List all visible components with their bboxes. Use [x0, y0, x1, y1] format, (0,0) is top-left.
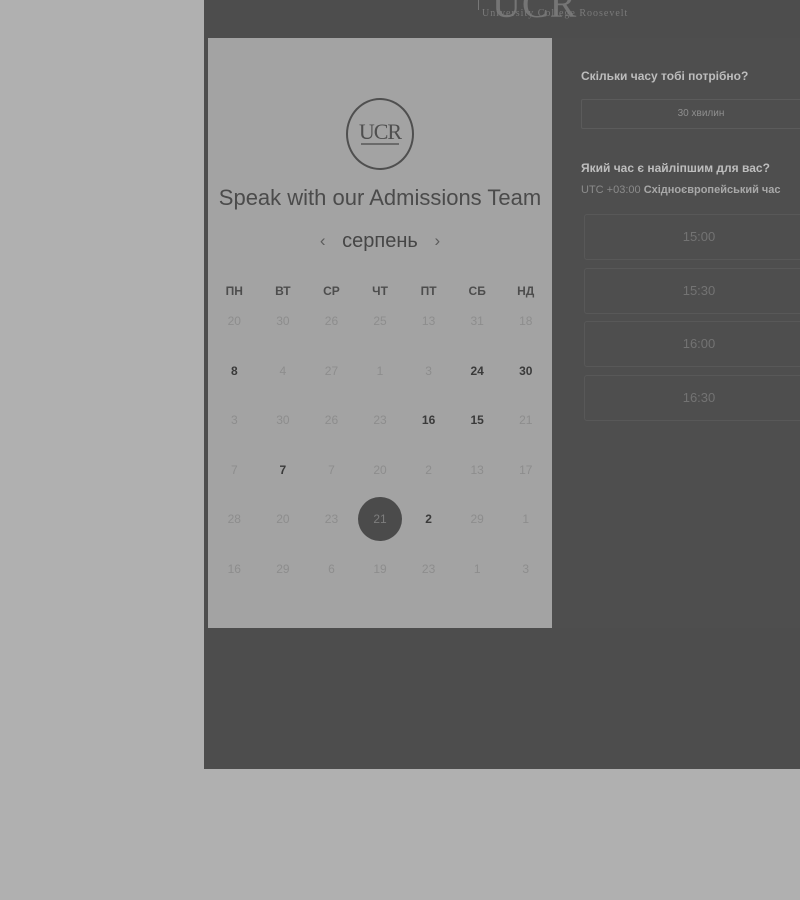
calendar-day: 19	[373, 562, 387, 576]
calendar-week: 16 29 6 19 23 1 3	[208, 547, 552, 591]
calendar-day: 30	[276, 314, 290, 328]
calendar-day: 7	[328, 463, 335, 477]
calendar-day: 17	[519, 463, 533, 477]
calendar-day: 18	[519, 314, 533, 328]
calendar-day: 20	[227, 314, 241, 328]
calendar-day: 3	[522, 562, 530, 576]
calendar-day: 1	[473, 562, 481, 576]
duration-select[interactable]: 30 хвилин	[581, 99, 800, 129]
timezone-info[interactable]: UTC +03:00 Східноєвропейський час	[581, 184, 781, 196]
calendar-week: 7 7 7 20 2 13 17	[208, 448, 552, 492]
calendar-day: 2	[425, 463, 432, 477]
calendar-day: 13	[421, 314, 436, 328]
calendar-title: Speak with our Admissions Team	[218, 185, 542, 210]
calendar-day-selected[interactable]: 21	[356, 497, 405, 541]
calendar-day: 26	[324, 413, 339, 427]
calendar-day: 20	[276, 512, 290, 526]
chevron-right-icon[interactable]: ›	[428, 231, 446, 251]
calendar-day: 1	[522, 512, 530, 526]
calendar-day-available[interactable]: 30	[501, 349, 550, 393]
calendar-day: 3	[230, 413, 238, 427]
weekday-sun: НД	[517, 284, 535, 298]
calendar-day-available[interactable]: 8	[210, 349, 259, 393]
selected-day-label: 21	[373, 512, 387, 526]
calendar-day: 27	[324, 364, 339, 378]
month-label: серпень	[342, 230, 418, 252]
calendar-day-available[interactable]: 15	[453, 398, 502, 442]
time-slot-button[interactable]: 15:00	[584, 214, 800, 260]
calendar-day: 3	[425, 364, 432, 378]
weekday-fri: ПТ	[420, 284, 437, 298]
emblem-text: UCR	[358, 119, 402, 144]
calendar-day: 7	[230, 463, 238, 477]
calendar-week: 20 30 26 25 13 31 18	[208, 299, 552, 343]
logo-subtitle: University College Roosevelt	[482, 8, 629, 19]
calendar-week: 8 4 27 1 3 24 30	[208, 349, 552, 393]
timezone-offset: UTC +03:00	[581, 184, 641, 196]
calendar-day-available[interactable]: 2	[404, 497, 453, 541]
header-logo: UCR University College Roosevelt	[474, 0, 644, 26]
calendar-week: 28 20 23 21 2 29 1	[208, 497, 552, 541]
calendar-day: 31	[470, 314, 484, 328]
calendar-day: 20	[373, 463, 387, 477]
calendar-day: 29	[276, 562, 290, 576]
calendar-day: 23	[324, 512, 339, 526]
time-slot-button[interactable]: 16:30	[584, 375, 800, 421]
duration-label: Скільки часу тобі потрібно?	[581, 69, 749, 83]
logo-divider	[478, 0, 479, 10]
weekday-header: ПН ВТ СР ЧТ ПТ СБ НД	[208, 284, 552, 298]
calendar-day: 30	[276, 413, 290, 427]
calendar-day: 6	[328, 562, 335, 576]
calendar-day: 23	[373, 413, 387, 427]
page-background: UCR University College Roosevelt UCR Spe…	[0, 0, 800, 900]
timezone-name: Східноєвропейський час	[643, 184, 781, 196]
weekday-thu: ЧТ	[372, 284, 388, 298]
calendar-day: 25	[373, 314, 387, 328]
calendar-day: 16	[227, 562, 241, 576]
calendar-day-available[interactable]: 16	[404, 398, 453, 442]
weekday-mon: ПН	[225, 284, 243, 298]
time-label: Який час є найліпшим для вас?	[581, 161, 770, 175]
calendar-day: 21	[519, 413, 533, 427]
weekday-wed: СР	[323, 284, 340, 298]
emblem-rule	[361, 143, 399, 145]
weekday-tue: ВТ	[275, 284, 291, 298]
calendar-day: 1	[376, 364, 384, 378]
weekday-sat: СБ	[468, 284, 486, 298]
calendar-day-available[interactable]: 7	[259, 448, 308, 492]
time-selection-panel: Скільки часу тобі потрібно? 30 хвилин Як…	[552, 38, 800, 628]
calendar-day: 23	[421, 562, 436, 576]
calendar-day: 26	[324, 314, 339, 328]
time-slot-button[interactable]: 16:00	[584, 321, 800, 367]
ucr-emblem-logo: UCR	[346, 98, 414, 170]
month-navigation: ‹ серпень ›	[208, 228, 552, 253]
calendar-week: 3 30 26 23 16 15 21	[208, 398, 552, 442]
calendar-day: 13	[470, 463, 484, 477]
calendar-panel: UCR Speak with our Admissions Team ‹ сер…	[208, 38, 552, 628]
chevron-left-icon[interactable]: ‹	[314, 231, 332, 251]
calendar-day: 28	[227, 512, 241, 526]
calendar-day: 29	[470, 512, 484, 526]
calendar-day: 4	[279, 364, 287, 378]
calendar-day-available[interactable]: 24	[453, 349, 502, 393]
time-slot-button[interactable]: 15:30	[584, 268, 800, 314]
